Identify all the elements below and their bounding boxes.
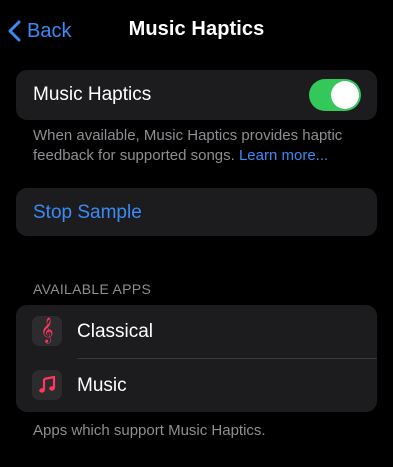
- app-label-music: Music: [77, 375, 127, 396]
- music-haptics-toggle-row: Music Haptics: [16, 70, 377, 120]
- available-apps-list: 𝄞 Classical Music: [16, 305, 377, 412]
- app-row-classical[interactable]: 𝄞 Classical: [16, 305, 377, 359]
- music-haptics-switch[interactable]: [309, 79, 361, 111]
- treble-clef-icon: 𝄞: [32, 316, 62, 346]
- stop-sample-button[interactable]: Stop Sample: [33, 202, 142, 224]
- switch-knob: [331, 81, 359, 109]
- music-note-icon: [32, 370, 62, 400]
- navigation-bar: Back Music Haptics: [0, 0, 393, 62]
- toggle-label: Music Haptics: [33, 84, 152, 105]
- available-apps-header: AVAILABLE APPS: [33, 281, 152, 297]
- page-title: Music Haptics: [128, 18, 265, 40]
- stop-sample-row: Stop Sample: [16, 188, 377, 236]
- learn-more-link[interactable]: Learn more...: [239, 147, 328, 164]
- music-haptics-description: When available, Music Haptics provides h…: [33, 126, 368, 166]
- app-row-music[interactable]: Music: [16, 359, 377, 412]
- available-apps-footer: Apps which support Music Haptics.: [33, 422, 266, 439]
- app-label-classical: Classical: [77, 321, 154, 342]
